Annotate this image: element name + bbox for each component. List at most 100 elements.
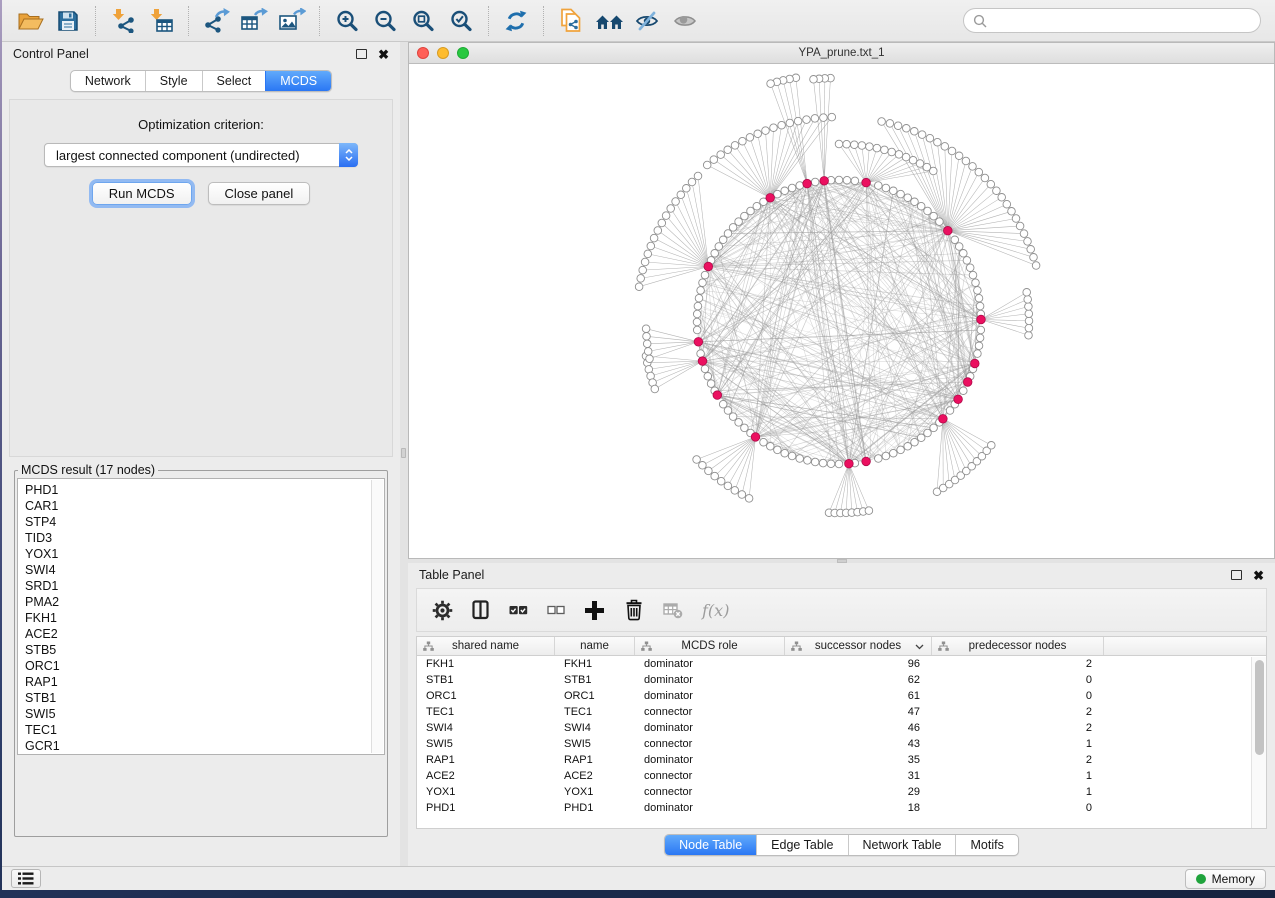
vertical-splitter[interactable] [400, 42, 408, 866]
mcds-result-item[interactable]: ORC1 [25, 658, 368, 674]
table-row[interactable]: RAP1RAP1dominator352 [417, 752, 1266, 768]
zoom-out-button[interactable] [367, 4, 403, 38]
deselect-all-button[interactable] [547, 601, 565, 619]
mcds-result-list[interactable]: PHD1CAR1STP4TID3YOX1SWI4SRD1PMA2FKH1ACE2… [17, 478, 385, 755]
column-header-successor-nodes[interactable]: successor nodes [785, 637, 932, 655]
cell-name: TEC1 [555, 704, 635, 720]
table-row[interactable]: STB1STB1dominator620 [417, 672, 1266, 688]
mcds-result-item[interactable]: ACE2 [25, 626, 368, 642]
attribute-settings-button[interactable] [432, 600, 453, 621]
search-input[interactable] [993, 14, 1251, 28]
table-row[interactable]: SWI5SWI5connector431 [417, 736, 1266, 752]
close-panel-button[interactable]: Close panel [208, 182, 311, 205]
tab-network[interactable]: Network [71, 71, 145, 91]
column-header-predecessor-nodes[interactable]: predecessor nodes [932, 637, 1104, 655]
splitter-grip[interactable] [401, 448, 406, 458]
trash-icon [624, 599, 644, 621]
table-row[interactable]: ACE2ACE2connector311 [417, 768, 1266, 784]
zoom-in-button[interactable] [329, 4, 365, 38]
tab-edge-table[interactable]: Edge Table [756, 835, 847, 855]
tab-motifs[interactable]: Motifs [955, 835, 1017, 855]
share-document-button[interactable] [553, 4, 589, 38]
tab-style[interactable]: Style [145, 71, 202, 91]
horizontal-splitter[interactable] [408, 559, 1275, 563]
export-network-button[interactable] [198, 4, 234, 38]
close-panel-icon[interactable]: ✖ [378, 48, 389, 61]
table-row[interactable]: ORC1ORC1dominator610 [417, 688, 1266, 704]
export-image-button[interactable] [274, 4, 310, 38]
save-session-button[interactable] [50, 4, 86, 38]
cell-name: RAP1 [555, 752, 635, 768]
network-canvas[interactable] [409, 64, 1274, 558]
import-network-button[interactable] [105, 4, 141, 38]
mcds-result-item[interactable]: TEC1 [25, 722, 368, 738]
mcds-result-item[interactable]: SRD1 [25, 578, 368, 594]
zoom-selected-button[interactable] [443, 4, 479, 38]
table-scrollbar[interactable] [1251, 657, 1266, 828]
add-row-button[interactable] [584, 600, 605, 621]
export-table-button[interactable] [236, 4, 272, 38]
zoom-fit-button[interactable] [405, 4, 441, 38]
mcds-result-item[interactable]: YOX1 [25, 546, 368, 562]
scrollbar-thumb[interactable] [1255, 660, 1264, 755]
delete-rows-button[interactable] [624, 599, 644, 621]
cell-successor-nodes: 47 [785, 704, 932, 720]
mcds-result-item[interactable]: SWI4 [25, 562, 368, 578]
maximize-window-icon[interactable] [457, 47, 469, 59]
splitter-grip[interactable] [837, 559, 847, 563]
cell-shared-name: ACE2 [417, 768, 555, 784]
first-neighbors-button[interactable] [591, 4, 627, 38]
table-row[interactable]: PHD1PHD1dominator180 [417, 800, 1266, 816]
mcds-result-item[interactable]: TID3 [25, 530, 368, 546]
tab-mcds[interactable]: MCDS [265, 71, 331, 91]
hide-selected-button[interactable] [629, 4, 665, 38]
float-panel-icon[interactable] [356, 49, 367, 59]
run-mcds-button[interactable]: Run MCDS [92, 182, 192, 205]
cell-shared-name: STB1 [417, 672, 555, 688]
mcds-result-item[interactable]: PHD1 [25, 482, 368, 498]
column-header-mcds-role[interactable]: MCDS role [635, 637, 785, 655]
table-row[interactable]: FKH1FKH1dominator962 [417, 656, 1266, 672]
mcds-result-item[interactable]: FKH1 [25, 610, 368, 626]
zoom-fit-icon [411, 9, 435, 33]
column-header-shared-name[interactable]: shared name [417, 637, 555, 655]
mcds-result-item[interactable]: STB5 [25, 642, 368, 658]
close-panel-icon[interactable]: ✖ [1253, 569, 1264, 582]
import-table-button[interactable] [143, 4, 179, 38]
mcds-result-item[interactable]: STB1 [25, 690, 368, 706]
mcds-result-item[interactable]: PMA2 [25, 594, 368, 610]
mcds-result-item[interactable]: CAR1 [25, 498, 368, 514]
table-row[interactable]: SWI4SWI4dominator462 [417, 720, 1266, 736]
select-all-button[interactable] [509, 601, 528, 619]
show-all-button[interactable] [667, 4, 703, 38]
mcds-result-item[interactable]: RAP1 [25, 674, 368, 690]
criterion-dropdown[interactable]: largest connected component (undirected) [44, 143, 358, 167]
control-panel-header: Control Panel ✖ [2, 42, 400, 66]
cell-filler [1104, 800, 1266, 816]
function-builder-button[interactable]: f(x) [702, 601, 729, 620]
mcds-result-item[interactable]: GCR1 [25, 738, 368, 754]
cell-shared-name: FKH1 [417, 656, 555, 672]
mcds-list-scrollbar[interactable] [371, 480, 383, 753]
column-settings-button[interactable] [472, 600, 490, 620]
close-window-icon[interactable] [417, 47, 429, 59]
tab-node-table[interactable]: Node Table [665, 835, 756, 855]
table-row[interactable]: YOX1YOX1connector291 [417, 784, 1266, 800]
tab-network-table[interactable]: Network Table [848, 835, 956, 855]
search-box[interactable] [963, 8, 1261, 33]
open-session-button[interactable] [12, 4, 48, 38]
refresh-view-button[interactable] [498, 4, 534, 38]
table-row[interactable]: TEC1TEC1connector472 [417, 704, 1266, 720]
attribute-type-icon [791, 641, 802, 652]
tab-select[interactable]: Select [202, 71, 266, 91]
mcds-result-item[interactable]: SWI5 [25, 706, 368, 722]
minimize-window-icon[interactable] [437, 47, 449, 59]
memory-button[interactable]: Memory [1185, 869, 1266, 889]
float-panel-icon[interactable] [1231, 570, 1242, 580]
task-history-button[interactable] [11, 869, 41, 888]
column-header-name[interactable]: name [555, 637, 635, 655]
cell-predecessor-nodes: 1 [932, 736, 1104, 752]
network-window-titlebar: YPA_prune.txt_1 [409, 43, 1274, 64]
delete-table-button[interactable] [663, 601, 683, 619]
mcds-result-item[interactable]: STP4 [25, 514, 368, 530]
